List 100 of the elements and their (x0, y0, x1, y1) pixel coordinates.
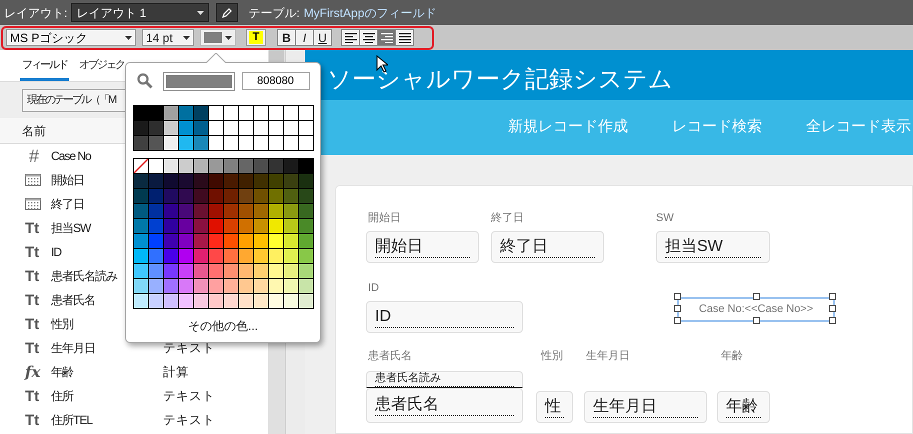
color-swatch[interactable] (164, 189, 178, 204)
color-swatch[interactable] (208, 106, 224, 121)
color-swatch[interactable] (178, 121, 194, 136)
color-swatch[interactable] (164, 294, 178, 309)
color-swatch[interactable] (298, 204, 314, 219)
color-swatch[interactable] (268, 249, 284, 264)
color-swatch[interactable] (254, 121, 268, 136)
color-swatch[interactable] (238, 204, 254, 219)
color-swatch[interactable] (284, 189, 298, 204)
color-swatch[interactable] (194, 204, 208, 219)
color-swatch[interactable] (194, 264, 208, 279)
color-swatch[interactable] (284, 159, 298, 174)
edit-layout-button[interactable] (216, 3, 238, 22)
color-swatch[interactable] (238, 159, 254, 174)
color-swatch[interactable] (284, 249, 298, 264)
color-swatch[interactable] (208, 249, 224, 264)
color-swatch[interactable] (284, 234, 298, 249)
color-swatch[interactable] (194, 279, 208, 294)
color-swatch[interactable] (268, 219, 284, 234)
color-swatch[interactable] (224, 204, 238, 219)
color-swatch[interactable] (164, 159, 178, 174)
color-swatch[interactable] (268, 294, 284, 309)
color-swatch[interactable] (148, 189, 164, 204)
color-swatch[interactable] (148, 264, 164, 279)
layout-field[interactable]: 終了日 (491, 231, 604, 263)
color-swatch[interactable] (254, 294, 268, 309)
align-button[interactable] (359, 29, 378, 46)
color-swatch[interactable] (178, 219, 194, 234)
color-swatch[interactable] (298, 121, 314, 136)
color-swatch[interactable] (164, 219, 178, 234)
color-swatch[interactable] (134, 189, 148, 204)
color-swatch[interactable] (148, 106, 164, 121)
panel-tab[interactable]: オブジェク (77, 53, 126, 81)
color-swatch[interactable] (284, 106, 298, 121)
color-swatch[interactable] (164, 249, 178, 264)
color-swatch[interactable] (224, 219, 238, 234)
color-swatch[interactable] (194, 121, 208, 136)
color-swatch[interactable] (284, 121, 298, 136)
color-swatch[interactable] (164, 106, 178, 121)
color-swatch[interactable] (208, 189, 224, 204)
color-swatch[interactable] (254, 219, 268, 234)
color-swatch[interactable] (164, 264, 178, 279)
color-swatch[interactable] (164, 136, 178, 151)
color-swatch[interactable] (178, 234, 194, 249)
color-swatch[interactable] (148, 174, 164, 189)
color-swatch[interactable] (148, 159, 164, 174)
color-swatch[interactable] (208, 279, 224, 294)
color-swatch[interactable] (224, 234, 238, 249)
color-swatch[interactable] (298, 279, 314, 294)
color-swatch[interactable] (208, 136, 224, 151)
color-swatch[interactable] (134, 204, 148, 219)
color-swatch[interactable] (298, 264, 314, 279)
highlight-button[interactable]: T (246, 29, 266, 46)
color-swatch[interactable] (268, 189, 284, 204)
color-swatch[interactable] (298, 159, 314, 174)
color-swatch[interactable] (208, 204, 224, 219)
color-swatch[interactable] (254, 189, 268, 204)
color-swatch[interactable] (224, 249, 238, 264)
color-swatch[interactable] (208, 294, 224, 309)
color-swatch[interactable] (298, 136, 314, 151)
color-swatch[interactable] (254, 159, 268, 174)
field-name[interactable]: 年齢 (51, 363, 163, 381)
color-swatch[interactable] (134, 264, 148, 279)
color-swatch[interactable] (178, 136, 194, 151)
color-swatch[interactable] (268, 204, 284, 219)
color-swatch[interactable] (148, 234, 164, 249)
field-name[interactable]: 住所 (51, 387, 163, 405)
color-swatch[interactable] (268, 174, 284, 189)
color-swatch[interactable] (178, 174, 194, 189)
color-swatch[interactable] (194, 294, 208, 309)
color-swatch[interactable] (224, 189, 238, 204)
color-swatch[interactable] (148, 219, 164, 234)
color-swatch[interactable] (298, 294, 314, 309)
color-swatch[interactable] (134, 234, 148, 249)
color-swatch[interactable] (298, 174, 314, 189)
color-swatch[interactable] (224, 121, 238, 136)
color-swatch[interactable] (238, 219, 254, 234)
color-swatch[interactable] (134, 294, 148, 309)
color-swatch[interactable] (178, 249, 194, 264)
layout-field[interactable]: 患者氏名読み (366, 371, 523, 388)
color-swatch[interactable] (238, 249, 254, 264)
color-swatch[interactable] (148, 136, 164, 151)
selection-handle[interactable] (753, 293, 760, 300)
align-button[interactable] (395, 29, 414, 46)
color-swatch[interactable] (194, 106, 208, 121)
color-swatch[interactable] (254, 204, 268, 219)
color-swatch[interactable] (298, 234, 314, 249)
color-swatch[interactable] (254, 136, 268, 151)
color-swatch[interactable] (224, 106, 238, 121)
color-swatch[interactable] (238, 294, 254, 309)
color-swatch[interactable] (224, 264, 238, 279)
color-swatch[interactable] (268, 121, 284, 136)
color-swatch[interactable] (164, 204, 178, 219)
color-swatch[interactable] (164, 121, 178, 136)
color-swatch[interactable] (238, 106, 254, 121)
color-swatch[interactable] (194, 189, 208, 204)
color-swatch[interactable] (298, 106, 314, 121)
layout-dropdown[interactable]: レイアウト 1 (71, 3, 210, 22)
color-swatch[interactable] (194, 249, 208, 264)
color-swatch[interactable] (254, 249, 268, 264)
